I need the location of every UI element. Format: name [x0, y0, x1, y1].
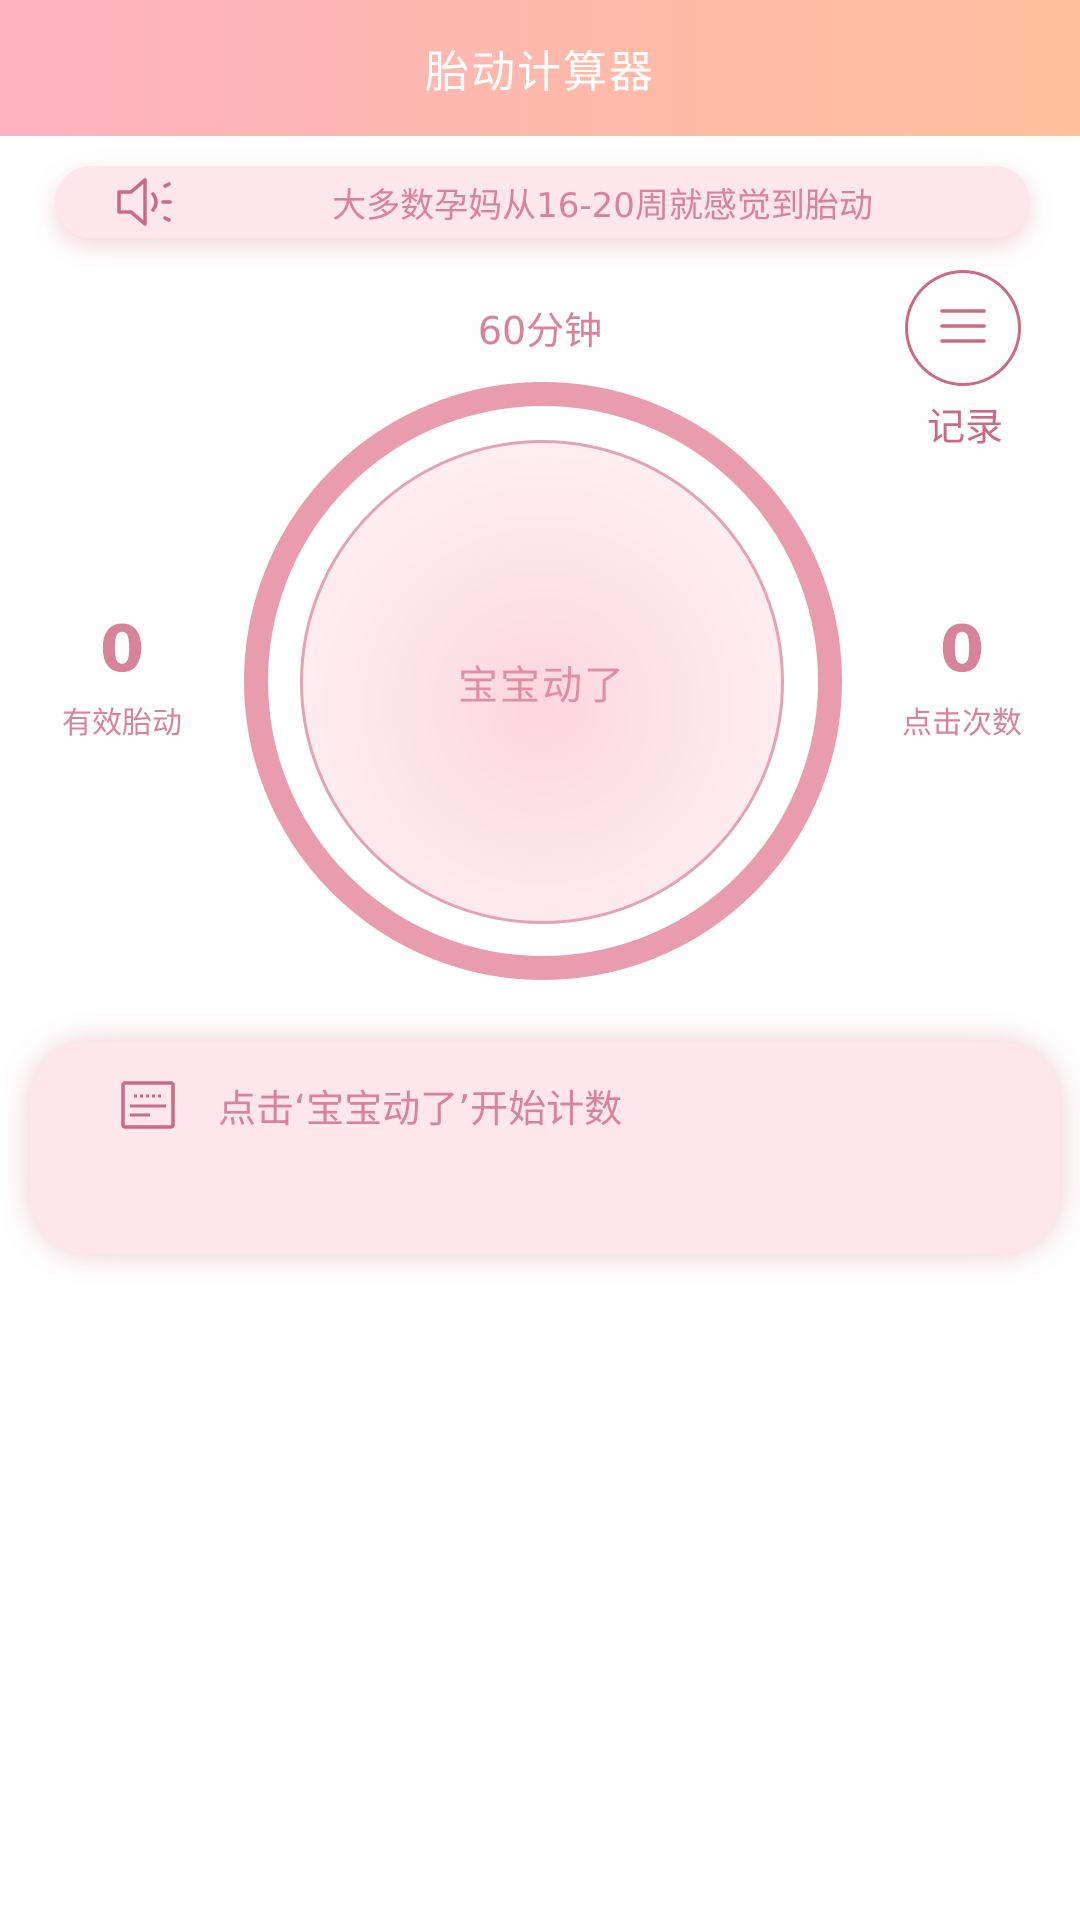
baby-moved-label: 宝宝动了 [458, 663, 626, 709]
tip-text: 大多数孕妈从16-20周就感觉到胎动 [332, 185, 873, 226]
baby-moved-button[interactable]: 宝宝动了 [300, 440, 784, 924]
effective-movements-count: 0 [99, 613, 145, 687]
effective-movements-label: 有效胎动 [62, 706, 182, 741]
effective-movements-stat: 0 有效胎动 [32, 610, 212, 742]
menu-icon [938, 301, 988, 355]
record-label[interactable]: 记录 [880, 396, 1050, 451]
timer-label: 60分钟 [477, 309, 603, 353]
note-icon [120, 1080, 176, 1130]
tip-banner: 大多数孕妈从16-20周就感觉到胎动 [55, 166, 1030, 238]
click-count-label: 点击次数 [902, 706, 1022, 741]
speaker-icon [113, 172, 185, 232]
click-count: 0 [939, 613, 985, 687]
page-title: 胎动计算器 [425, 47, 655, 98]
page: 胎动计算器 大多数孕妈从16-20周就感觉到胎动 60分钟 记录 0 有效胎动 [0, 0, 1080, 1920]
click-count-stat: 0 点击次数 [872, 610, 1052, 742]
info-text: 点击‘宝宝动了’开始计数 [218, 1087, 623, 1131]
info-card: 点击‘宝宝动了’开始计数 [30, 1042, 1060, 1254]
app-header: 胎动计算器 [0, 0, 1080, 136]
record-button[interactable] [905, 270, 1021, 386]
